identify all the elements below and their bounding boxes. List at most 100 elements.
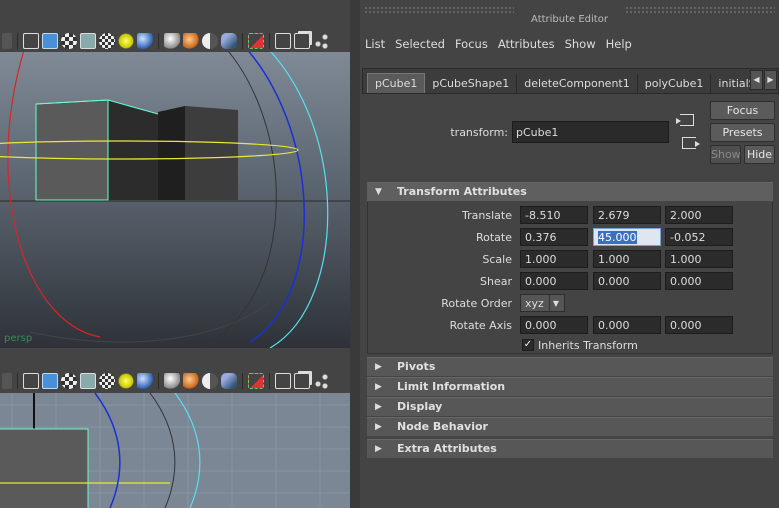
tab-deletecomponent1[interactable]: deleteComponent1 <box>517 74 638 93</box>
checker-icon[interactable] <box>61 373 77 389</box>
rotate-y-ring <box>94 393 121 508</box>
panel-grip[interactable] <box>625 6 775 14</box>
rotate-axis-label: Rotate Axis <box>449 319 512 332</box>
toolbar-divider <box>17 33 18 49</box>
scale-x-field[interactable]: 1.000 <box>520 250 588 268</box>
share-icon[interactable] <box>313 373 329 389</box>
half-sphere-icon[interactable] <box>202 33 218 49</box>
rotate-view-ring <box>269 52 329 348</box>
menu-focus[interactable]: Focus <box>450 34 493 54</box>
menu-help[interactable]: Help <box>601 34 637 54</box>
section-pivots[interactable]: ▶ Pivots <box>367 357 773 376</box>
section-display[interactable]: ▶ Display <box>367 397 773 416</box>
presets-button[interactable]: Presets <box>710 123 775 142</box>
wire-cube-icon[interactable] <box>2 33 12 49</box>
section-limit-information[interactable]: ▶ Limit Information <box>367 377 773 396</box>
cube-side-face <box>185 106 238 200</box>
menu-selected[interactable]: Selected <box>390 34 450 54</box>
rotate-x-field[interactable]: 0.376 <box>520 228 588 246</box>
wire-cube-icon[interactable] <box>2 373 12 389</box>
secondary-viewport[interactable] <box>0 393 350 508</box>
multi-icon[interactable] <box>294 373 310 389</box>
section-extra-attributes[interactable]: ▶ Extra Attributes <box>367 439 773 458</box>
wire-shaded-icon[interactable] <box>80 33 96 49</box>
cylinder-icon[interactable] <box>221 373 237 389</box>
toolbar-divider <box>269 33 270 49</box>
toolbar-divider <box>269 373 270 389</box>
rotate-axis-y-field[interactable]: 0.000 <box>593 316 661 334</box>
rotate-y-ring <box>247 52 305 343</box>
wire-cube-icon[interactable] <box>23 373 39 389</box>
toolbar-divider <box>242 33 243 49</box>
toolbar-divider <box>158 33 159 49</box>
shear-xz-field[interactable]: 0.000 <box>593 272 661 290</box>
scale-y-field[interactable]: 1.000 <box>593 250 661 268</box>
menu-show[interactable]: Show <box>560 34 601 54</box>
shaded-cube-icon[interactable] <box>42 373 58 389</box>
toolbar-divider <box>242 373 243 389</box>
sphere-icon[interactable] <box>137 33 153 49</box>
collapsed-arrow-icon: ▶ <box>375 382 382 392</box>
light-icon[interactable] <box>118 33 134 49</box>
cylinder-icon[interactable] <box>221 33 237 49</box>
panel-splitter[interactable] <box>350 0 360 508</box>
focus-node-icon[interactable] <box>676 114 694 126</box>
focus-button[interactable]: Focus <box>710 101 775 120</box>
perspective-viewport[interactable]: persp <box>0 52 350 348</box>
transform-name-field[interactable] <box>512 121 669 143</box>
menu-list[interactable]: List <box>360 34 390 54</box>
sphere-orange-icon[interactable] <box>183 33 199 49</box>
translate-z-field[interactable]: 2.000 <box>665 206 733 224</box>
translate-x-field[interactable]: -8.510 <box>520 206 588 224</box>
rotate-order-value: xyz <box>525 297 544 310</box>
sphere-icon[interactable] <box>137 373 153 389</box>
panel-grip[interactable] <box>364 6 514 14</box>
rotate-order-dropdown[interactable]: xyz ▼ <box>520 294 565 312</box>
xray-icon[interactable] <box>99 33 115 49</box>
sphere-white-icon[interactable] <box>164 373 180 389</box>
copy-tab-icon[interactable] <box>682 137 700 149</box>
rotate-z-field[interactable]: -0.052 <box>665 228 733 246</box>
share-icon[interactable] <box>313 33 329 49</box>
light-icon[interactable] <box>118 373 134 389</box>
wire-cube-icon[interactable] <box>23 33 39 49</box>
shear-xy-field[interactable]: 0.000 <box>520 272 588 290</box>
menu-attributes[interactable]: Attributes <box>493 34 560 54</box>
scale-z-field[interactable]: 1.000 <box>665 250 733 268</box>
attribute-editor-panel: Attribute Editor List Selected Focus Att… <box>360 0 779 508</box>
section-node-behavior[interactable]: ▶ Node Behavior <box>367 417 773 436</box>
tab-polycube1[interactable]: polyCube1 <box>638 74 712 93</box>
rotate-y-field[interactable]: 45.000 <box>593 228 661 246</box>
show-button[interactable]: Show <box>710 145 741 164</box>
section-transform-attributes[interactable]: ▼ Transform Attributes <box>367 182 773 201</box>
multi-icon[interactable] <box>294 33 310 49</box>
select-icon[interactable] <box>248 373 264 389</box>
section-title: Display <box>397 400 443 413</box>
rotate-axis-z-field[interactable]: 0.000 <box>665 316 733 334</box>
half-sphere-icon[interactable] <box>202 373 218 389</box>
tab-scroll-right-icon[interactable]: ▶ <box>764 70 777 90</box>
translate-y-field[interactable]: 2.679 <box>593 206 661 224</box>
shear-label: Shear <box>480 275 512 288</box>
inherits-transform-checkbox[interactable]: ✓ <box>522 339 534 351</box>
wire-shaded-icon[interactable] <box>80 373 96 389</box>
shear-yz-field[interactable]: 0.000 <box>665 272 733 290</box>
sphere-white-icon[interactable] <box>164 33 180 49</box>
cube-icon[interactable] <box>275 33 291 49</box>
cube-icon[interactable] <box>275 373 291 389</box>
rotate-axis-x-field[interactable]: 0.000 <box>520 316 588 334</box>
section-title: Pivots <box>397 360 436 373</box>
editor-menubar: List Selected Focus Attributes Show Help <box>360 34 637 54</box>
tab-scroll-left-icon[interactable]: ◀ <box>750 70 763 90</box>
sphere-orange-icon[interactable] <box>183 373 199 389</box>
hide-button[interactable]: Hide <box>744 145 775 164</box>
xray-icon[interactable] <box>99 373 115 389</box>
shaded-cube-icon[interactable] <box>42 33 58 49</box>
chevron-down-icon: ▼ <box>549 295 562 312</box>
tab-pcube1[interactable]: pCube1 <box>367 73 426 93</box>
tab-pcubeshape1[interactable]: pCubeShape1 <box>425 74 518 93</box>
checker-icon[interactable] <box>61 33 77 49</box>
select-icon[interactable] <box>248 33 264 49</box>
toolbar-divider <box>17 373 18 389</box>
translate-label: Translate <box>462 209 512 222</box>
